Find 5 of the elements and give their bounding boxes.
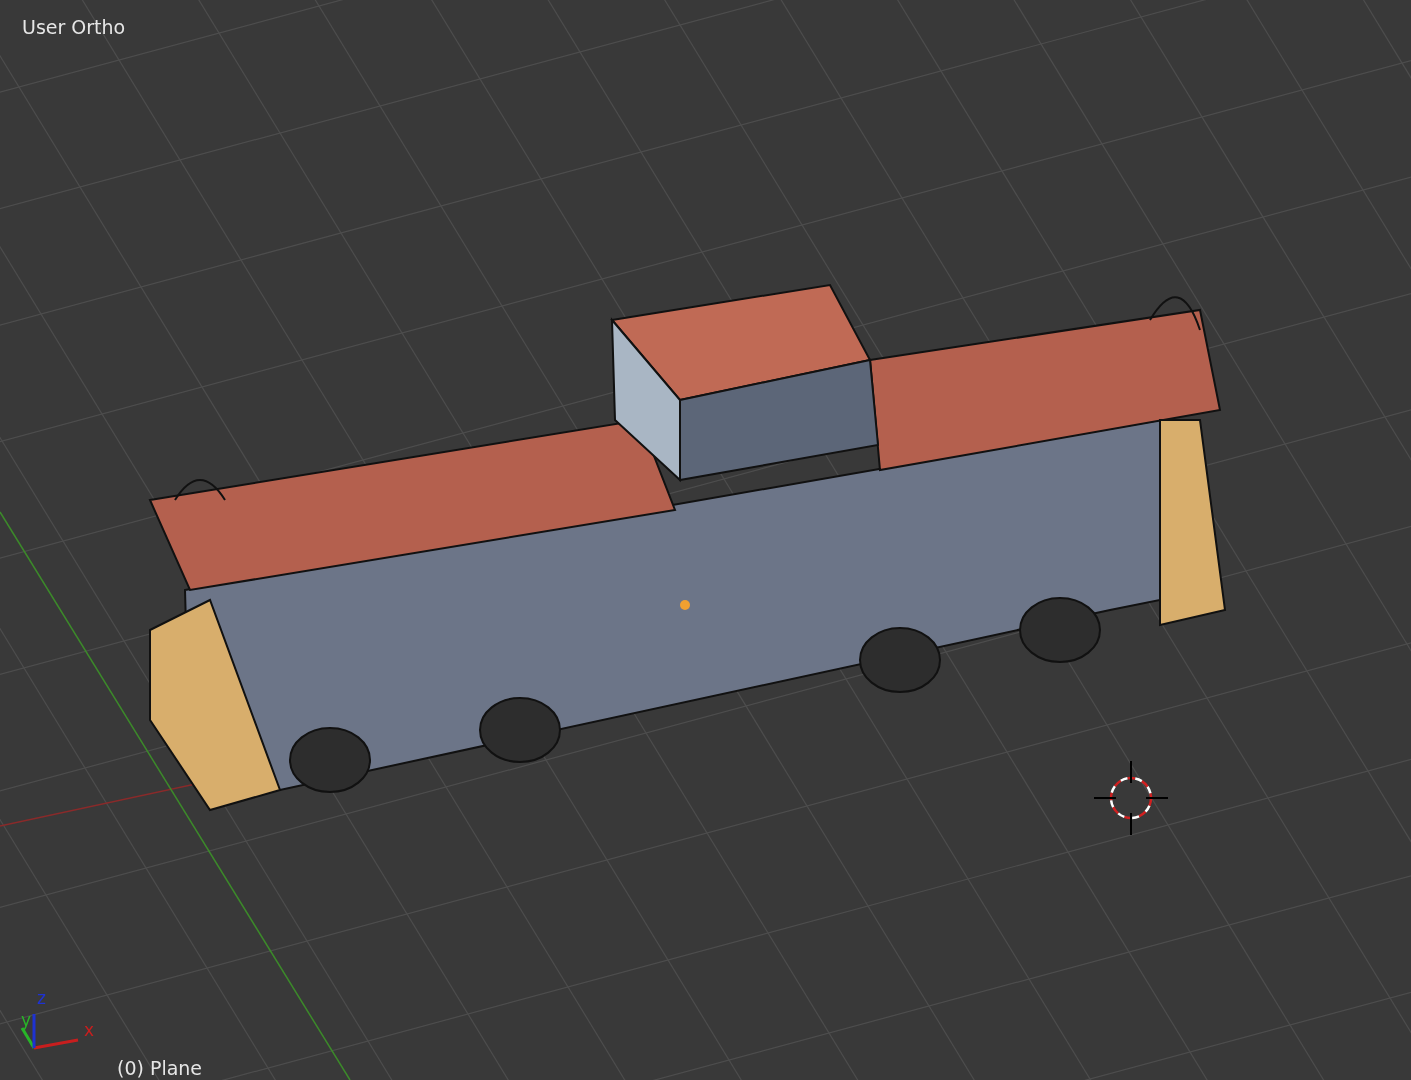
3d-cursor-icon — [1093, 760, 1169, 836]
object-label: (0) Plane — [117, 1059, 203, 1078]
axis-label: z — [37, 988, 46, 1008]
view-name: User Ortho — [22, 18, 126, 37]
axis-label: x — [84, 1020, 95, 1040]
